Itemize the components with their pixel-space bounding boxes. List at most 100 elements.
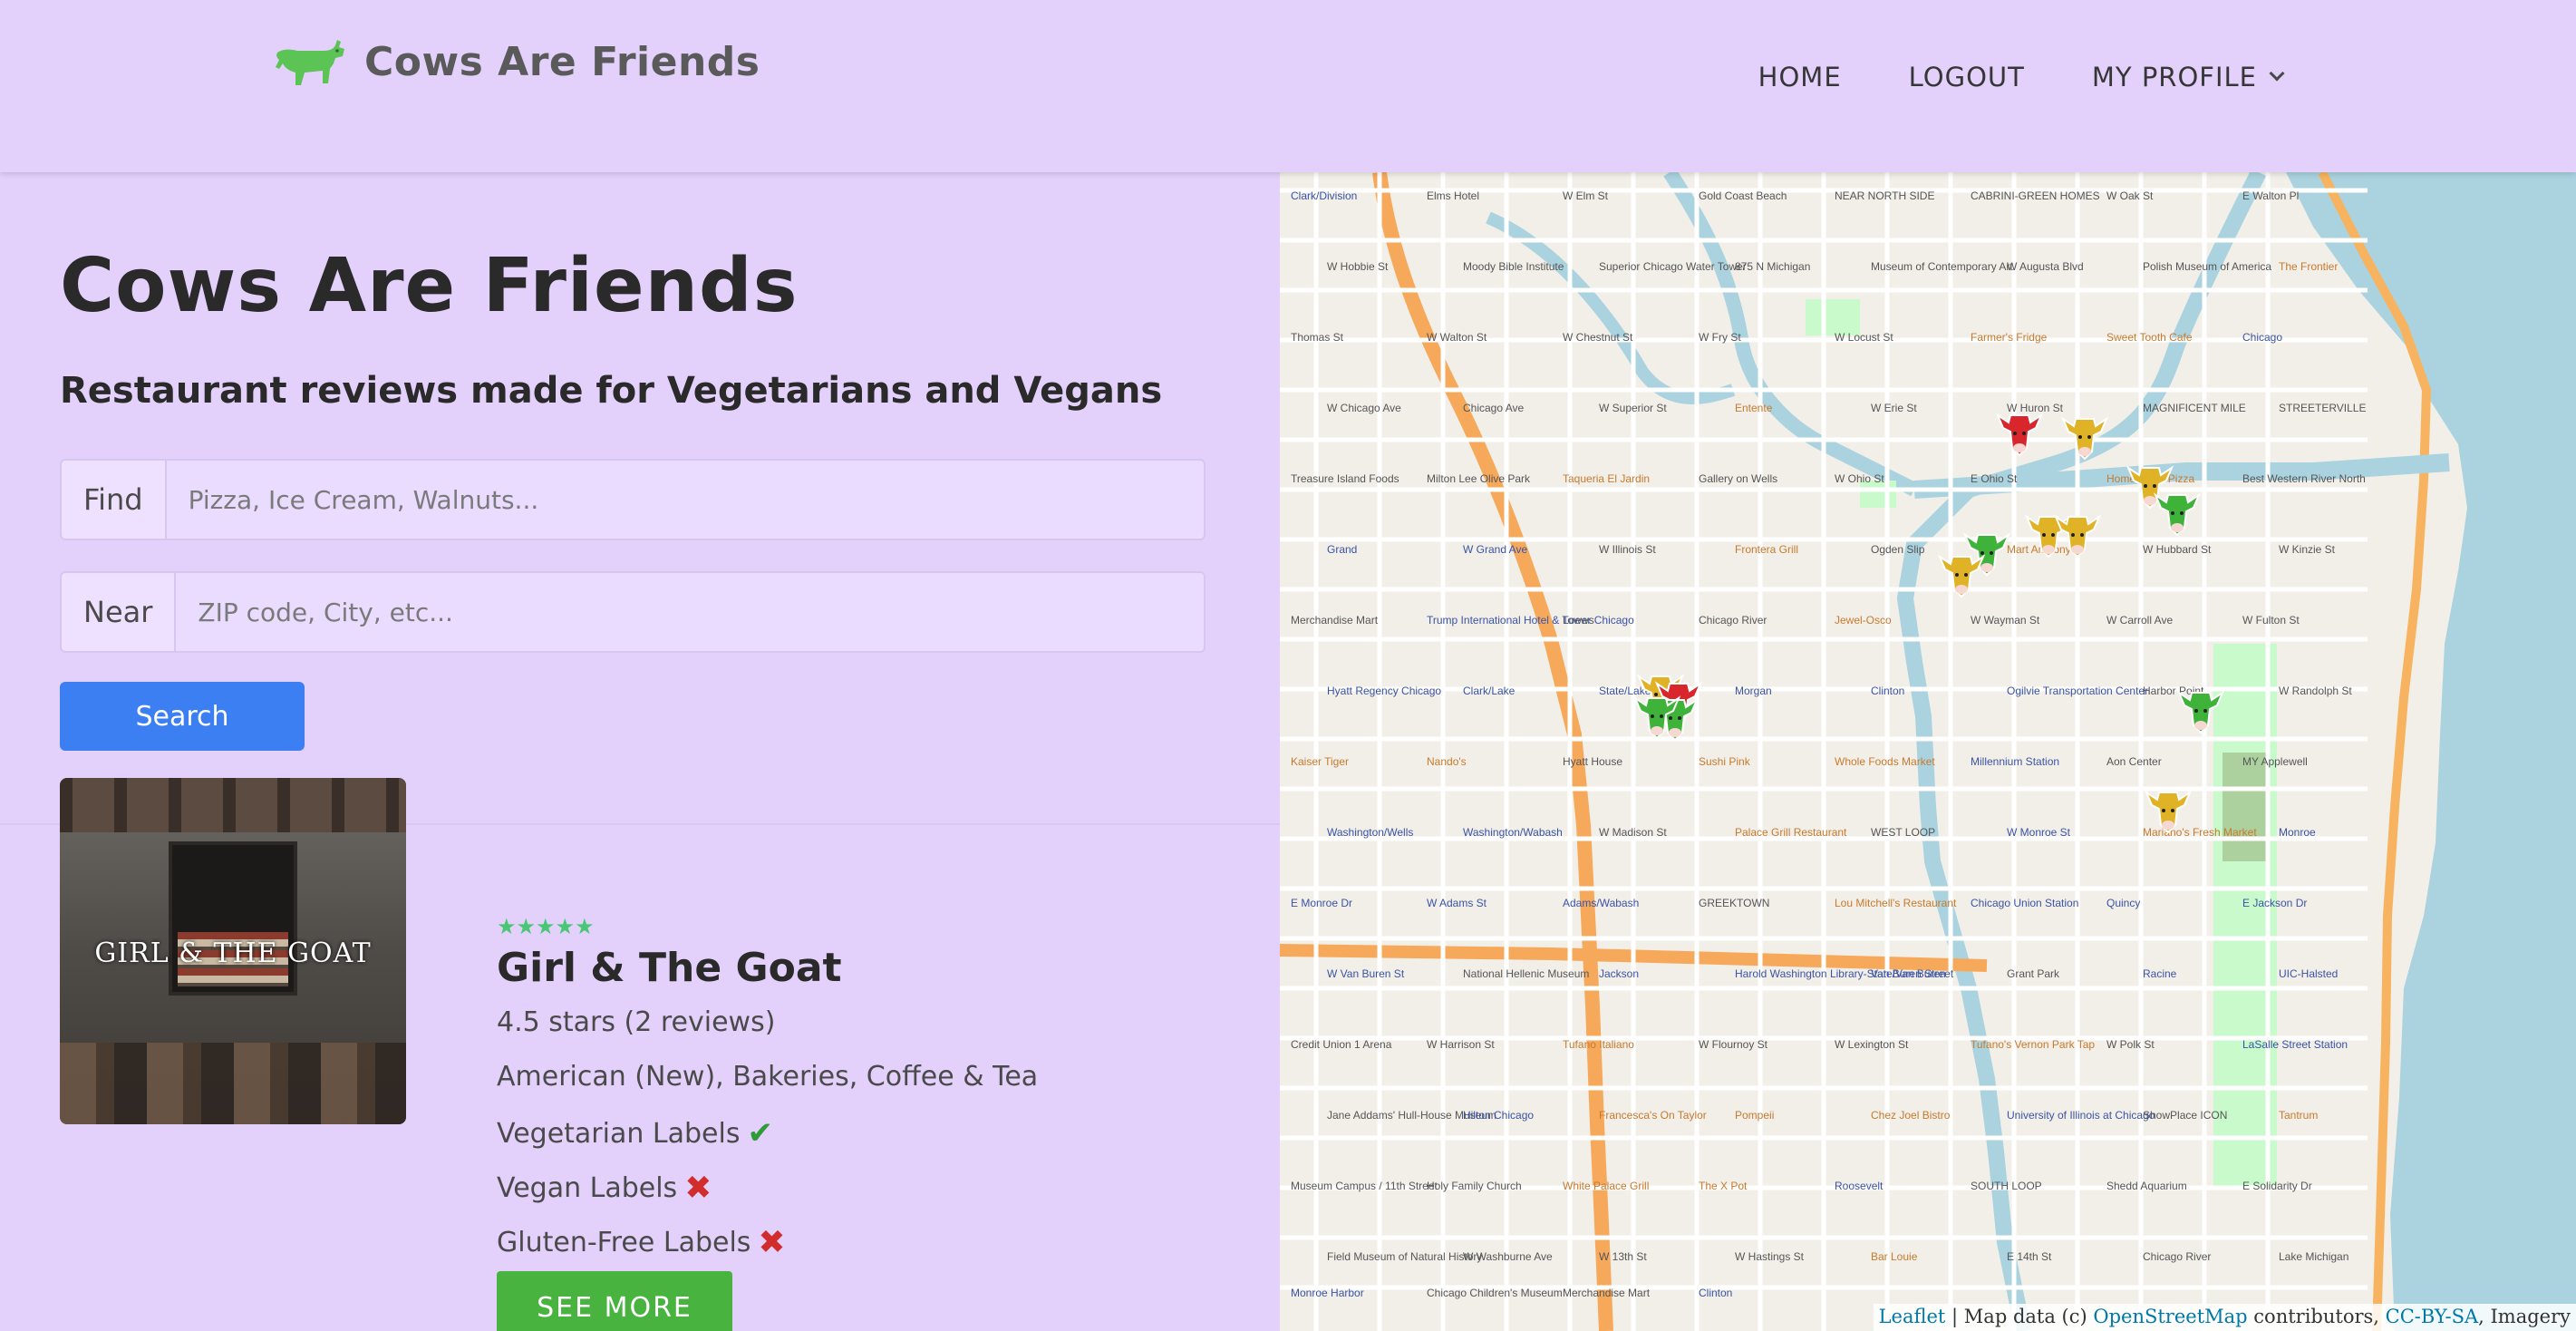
map-label: W Hobbie St: [1327, 260, 1389, 273]
find-input[interactable]: [166, 461, 1204, 539]
map-label: The Frontier: [2279, 260, 2338, 273]
map-label: Tufano's Vernon Park Tap: [1971, 1038, 2095, 1051]
attribution-sep: | Map data (c): [1945, 1306, 2094, 1327]
map-label: E Walton Pl: [2242, 189, 2299, 202]
image-tables: [60, 1043, 406, 1124]
map-label: Milton Lee Olive Park: [1427, 472, 1531, 485]
map-label: Clinton: [1699, 1287, 1732, 1299]
map-label: Kaiser Tiger: [1291, 755, 1349, 768]
map-label: W 13th St: [1599, 1250, 1647, 1263]
map-label: W Grand Ave: [1463, 543, 1527, 556]
map-label: Shedd Aquarium: [2106, 1180, 2187, 1192]
map-label: Pompeii: [1735, 1109, 1774, 1122]
map-label: Washington/Wabash: [1463, 826, 1563, 839]
leaflet-link[interactable]: Leaflet: [1879, 1306, 1946, 1327]
map-canvas[interactable]: Clark/Division Elms Hotel W Elm St Gold Coa…: [1280, 172, 2576, 1331]
map-label: W Superior St: [1599, 402, 1667, 414]
map-label: Lake Michigan: [2279, 1250, 2348, 1263]
left-panel: Cows Are Friends Restaurant reviews made…: [0, 172, 1280, 1331]
map-label: Van Buren Street: [1871, 967, 1954, 980]
street-grid: [1280, 172, 2368, 1331]
map-label: W Locust St: [1835, 331, 1893, 344]
map-label: Adams/Wabash: [1563, 897, 1639, 909]
chevron-down-icon: [2269, 65, 2285, 82]
near-field: Near: [60, 571, 1206, 653]
map-label: Superior Chicago Water Tower: [1599, 260, 1747, 273]
near-label: Near: [62, 573, 177, 651]
map-label: Monroe Harbor: [1291, 1287, 1364, 1299]
map-label: Sushi Pink: [1699, 755, 1751, 768]
vegetarian-label-text: Vegetarian Labels: [497, 1117, 741, 1150]
map-label: GREEKTOWN: [1699, 897, 1769, 909]
map-label: Museum of Contemporary Art: [1871, 260, 2013, 273]
checkmark-icon: ✔: [747, 1115, 773, 1151]
map-label: Chicago Union Station: [1971, 897, 2078, 909]
map-label: Credit Union 1 Arena: [1291, 1038, 1392, 1051]
restaurant-name[interactable]: Girl & The Goat: [497, 945, 842, 991]
map-label: Thomas St: [1291, 331, 1344, 344]
gluten-free-labels: Gluten-Free Labels ✖: [497, 1224, 786, 1261]
cow-logo-icon: [276, 40, 344, 85]
map-label: Chicago: [2242, 331, 2282, 344]
map-label: Taqueria El Jardin: [1563, 472, 1650, 485]
map-label: W Van Buren St: [1327, 967, 1405, 980]
map-label: Chicago Children's Museum: [1427, 1287, 1563, 1299]
map-label: W Walton St: [1427, 331, 1487, 344]
map-label: Francesca's On Taylor: [1599, 1109, 1707, 1122]
cc-link[interactable]: CC-BY-SA: [2386, 1306, 2479, 1327]
image-sign-goat: THE GOAT: [213, 938, 372, 969]
nav-links: HOME LOGOUT MY PROFILE: [1758, 62, 2285, 92]
brand[interactable]: Cows Are Friends: [270, 33, 760, 91]
map-label: Millennium Station: [1971, 755, 2059, 768]
attribution-contrib: contributors,: [2247, 1306, 2386, 1327]
map-label: E 14th St: [2007, 1250, 2052, 1263]
map-label: Jewel-Osco: [1835, 614, 1892, 627]
nav-profile-label: MY PROFILE: [2091, 62, 2257, 92]
map-label: Lou Mitchell's Restaurant: [1835, 897, 1957, 909]
map-label: W Erie St: [1871, 402, 1917, 414]
cross-icon: ✖: [684, 1170, 712, 1207]
map-label: Elms Hotel: [1427, 189, 1479, 202]
map-label: W Flournoy St: [1699, 1038, 1768, 1051]
nav-home-link[interactable]: HOME: [1758, 62, 1842, 92]
map-label: W Kinzie St: [2279, 543, 2336, 556]
map-label: Washington/Wells: [1327, 826, 1413, 839]
star-rating: ★★★★★: [497, 916, 595, 938]
nav-profile-dropdown[interactable]: MY PROFILE: [2091, 62, 2285, 92]
rating-text: 4.5 stars (2 reviews): [497, 1006, 776, 1038]
map-label: Gold Coast Beach: [1699, 189, 1787, 202]
map-label: Hilton Chicago: [1463, 1109, 1534, 1122]
see-more-button[interactable]: SEE MORE: [497, 1271, 732, 1331]
map-label: Polish Museum of America: [2143, 260, 2271, 273]
map-label: LaSalle Street Station: [2242, 1038, 2348, 1051]
map-label: W Oak St: [2106, 189, 2154, 202]
attribution-imagery: , Imagery: [2478, 1306, 2571, 1327]
restaurant-image[interactable]: GIRL & THE GOAT: [60, 778, 406, 1124]
map-label: Mariano's Fresh Market: [2143, 826, 2257, 839]
vegan-labels: Vegan Labels ✖: [497, 1170, 712, 1207]
map-label: E Jackson Dr: [2242, 897, 2307, 909]
map-label: W Hubbard St: [2143, 543, 2212, 556]
map-label: Quincy: [2106, 897, 2140, 909]
search-button[interactable]: Search: [60, 682, 305, 751]
map-label: Palace Grill Restaurant: [1735, 826, 1847, 839]
map-label: W Chestnut St: [1563, 331, 1633, 344]
map-label: Chez Joel Bistro: [1871, 1109, 1951, 1122]
map-label: E Monroe Dr: [1291, 897, 1352, 909]
near-input[interactable]: [176, 573, 1204, 651]
map-label: MY Applewell: [2242, 755, 2308, 768]
osm-link[interactable]: OpenStreetMap: [2093, 1306, 2247, 1327]
map-label: University of Illinois at Chicago: [2007, 1109, 2155, 1122]
map-label: W Fry St: [1699, 331, 1741, 344]
map-label: White Palace Grill: [1563, 1180, 1649, 1192]
map[interactable]: Clark/Division Elms Hotel W Elm St Gold Coa…: [1280, 172, 2576, 1331]
park-north: [1806, 299, 1860, 335]
gluten-free-label-text: Gluten-Free Labels: [497, 1227, 751, 1258]
map-label: Ogden Slip: [1871, 543, 1925, 556]
map-label: CABRINI-GREEN HOMES: [1971, 189, 2100, 202]
map-label: UIC-Halsted: [2279, 967, 2338, 980]
nav-logout-link[interactable]: LOGOUT: [1909, 62, 2025, 92]
map-label: Gallery on Wells: [1699, 472, 1777, 485]
map-label: Entente: [1735, 402, 1773, 414]
image-sign-girl: GIRL: [94, 938, 169, 969]
